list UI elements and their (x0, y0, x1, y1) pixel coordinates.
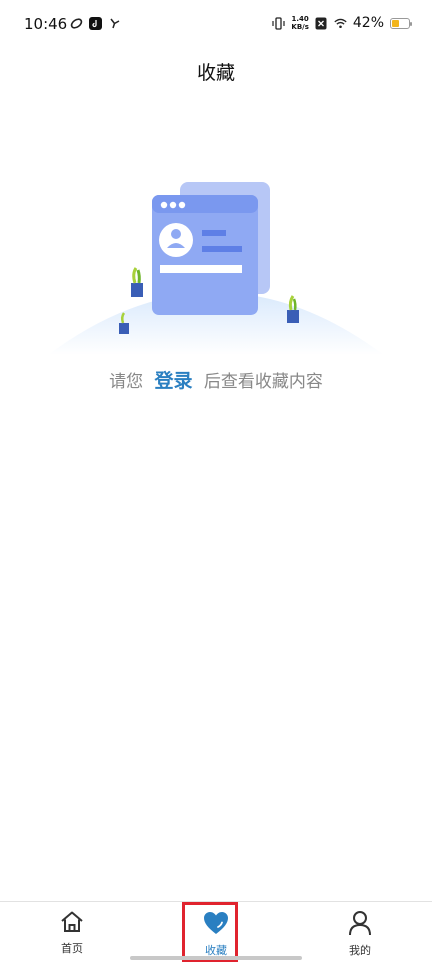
nav-label-home: 首页 (61, 942, 83, 955)
empty-favorites-illustration (40, 170, 392, 360)
fan-icon (108, 17, 121, 30)
nav-label-mine: 我的 (349, 944, 371, 957)
page-title: 收藏 (196, 62, 235, 84)
battery-icon (390, 17, 412, 29)
home-indicator[interactable] (130, 956, 302, 960)
prompt-suffix: 后查看收藏内容 (203, 372, 323, 392)
notification-icons (70, 17, 121, 30)
battery-fill (392, 19, 399, 27)
sync-icon (70, 17, 83, 30)
tiktok-icon (89, 17, 102, 30)
network-speed: 1.40 KB/s (291, 15, 308, 31)
vibrate-icon (272, 16, 285, 30)
bottom-nav: 首页 收藏 我的 (0, 901, 432, 964)
net-speed-value: 1.40 (291, 15, 309, 23)
status-bar: 10:46 1.40 KB/s 42% (0, 0, 432, 52)
home-icon (59, 911, 85, 938)
net-speed-unit: KB/s (291, 23, 309, 31)
battery-percent: 42% (352, 15, 384, 31)
prompt-prefix: 请您 (109, 372, 144, 392)
nav-item-home[interactable]: 首页 (32, 910, 112, 956)
wifi-icon (334, 17, 347, 30)
sim-off-icon (315, 17, 328, 30)
selection-highlight (182, 902, 238, 962)
login-prompt: 请您 登录 后查看收藏内容 (0, 366, 432, 393)
user-icon (347, 911, 373, 940)
login-link[interactable]: 登录 (154, 370, 192, 392)
status-right: 1.40 KB/s 42% (272, 15, 412, 31)
nav-item-mine[interactable]: 我的 (320, 910, 400, 958)
status-time: 10:46 (24, 15, 68, 33)
